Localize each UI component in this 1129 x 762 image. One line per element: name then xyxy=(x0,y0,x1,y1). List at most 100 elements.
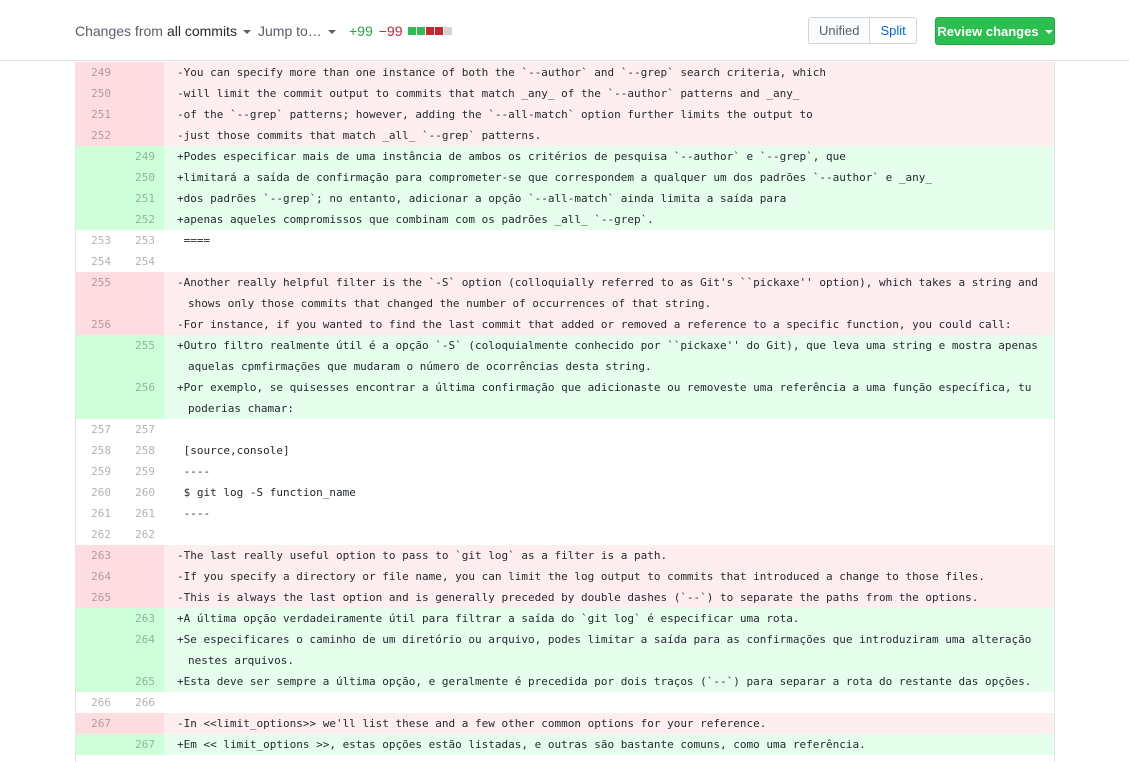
changes-from-menu[interactable]: Changes from all commits xyxy=(75,0,251,61)
diff-line-context: 254 254 xyxy=(76,251,1054,272)
new-line-number[interactable]: 259 xyxy=(120,461,164,482)
code-line: +Podes especificar mais de uma instância… xyxy=(164,146,1054,167)
new-line-number[interactable]: 254 xyxy=(120,251,164,272)
old-line-number[interactable]: 266 xyxy=(76,692,120,713)
diff-line-context: 260 260 $ git log -S function_name xyxy=(76,482,1054,503)
unified-view-button[interactable]: Unified xyxy=(809,18,870,43)
diff-line-added: 267 +Em << limit_options >>, estas opções… xyxy=(76,734,1054,755)
old-line-number[interactable]: 263 xyxy=(76,545,120,566)
new-line-number[interactable] xyxy=(120,314,164,335)
new-line-number[interactable]: 261 xyxy=(120,503,164,524)
old-line-number[interactable]: 258 xyxy=(76,440,120,461)
code-line: -just those commits that match _all_ `--… xyxy=(164,125,1054,146)
old-line-number[interactable]: 260 xyxy=(76,482,120,503)
diffstat-block xyxy=(434,26,443,35)
old-line-number[interactable] xyxy=(76,734,120,755)
old-line-number[interactable]: 252 xyxy=(76,125,120,146)
code-line: +Outro filtro realmente útil é a opção `… xyxy=(164,335,1054,377)
code-line: +limitará a saída de confirmação para co… xyxy=(164,167,1054,188)
changes-from-label: Changes from xyxy=(75,22,163,39)
new-line-number[interactable] xyxy=(120,104,164,125)
new-line-number[interactable] xyxy=(120,566,164,587)
new-line-number[interactable]: 253 xyxy=(120,230,164,251)
old-line-number[interactable]: 264 xyxy=(76,566,120,587)
code-line: +Esta deve ser sempre a última opção, e … xyxy=(164,671,1054,692)
new-line-number[interactable]: 263 xyxy=(120,608,164,629)
diff-line-context: 253 253 ==== xyxy=(76,230,1054,251)
new-line-number[interactable] xyxy=(120,83,164,104)
diff-line-context: 261 261 ---- xyxy=(76,503,1054,524)
old-line-number[interactable] xyxy=(76,335,120,377)
new-line-number[interactable]: 264 xyxy=(120,629,164,671)
diff-line-context: 259 259 ---- xyxy=(76,461,1054,482)
new-line-number[interactable] xyxy=(120,272,164,314)
old-line-number[interactable] xyxy=(76,608,120,629)
new-line-number[interactable]: 256 xyxy=(120,377,164,419)
new-line-number[interactable] xyxy=(120,545,164,566)
new-line-number[interactable] xyxy=(120,125,164,146)
old-line-number[interactable] xyxy=(76,629,120,671)
diff-line-context: 266 266 xyxy=(76,692,1054,713)
split-view-button[interactable]: Split xyxy=(869,18,916,43)
code-line: -If you specify a directory or file name… xyxy=(164,566,1054,587)
old-line-number[interactable]: 249 xyxy=(76,62,120,83)
new-line-number[interactable] xyxy=(120,713,164,734)
diff-line-added: 265 +Esta deve ser sempre a última opção,… xyxy=(76,671,1054,692)
diff-line-deleted: 265 -This is always the last option and i… xyxy=(76,587,1054,608)
diff-line-added: 249 +Podes especificar mais de uma instân… xyxy=(76,146,1054,167)
old-line-number[interactable]: 251 xyxy=(76,104,120,125)
review-changes-label: Review changes xyxy=(937,23,1039,39)
new-line-number[interactable] xyxy=(120,62,164,83)
new-line-number[interactable]: 262 xyxy=(120,524,164,545)
diff-line-deleted: 250 -will limit the commit output to comm… xyxy=(76,83,1054,104)
deletions-count: −99 xyxy=(378,22,403,39)
diffstat-block xyxy=(425,26,434,35)
new-line-number[interactable]: 267 xyxy=(120,734,164,755)
old-line-number[interactable]: 265 xyxy=(76,587,120,608)
diff-line-deleted: 264 -If you specify a directory or file n… xyxy=(76,566,1054,587)
old-line-number[interactable] xyxy=(76,671,120,692)
new-line-number[interactable]: 258 xyxy=(120,440,164,461)
code-line: +A última opção verdadeiramente útil par… xyxy=(164,608,1054,629)
diff-view-toggle: Unified Split xyxy=(808,17,917,44)
old-line-number[interactable] xyxy=(76,146,120,167)
old-line-number[interactable] xyxy=(76,209,120,230)
old-line-number[interactable]: 256 xyxy=(76,314,120,335)
old-line-number[interactable] xyxy=(76,188,120,209)
diff-table: 249 -You can specify more than one instan… xyxy=(75,62,1055,762)
old-line-number[interactable]: 259 xyxy=(76,461,120,482)
old-line-number[interactable]: 250 xyxy=(76,83,120,104)
chevron-down-icon xyxy=(242,29,251,34)
diff-line-deleted: 267 -In <<limit_options>> we'll list thes… xyxy=(76,713,1054,734)
diff-line-deleted: 249 -You can specify more than one instan… xyxy=(76,62,1054,83)
new-line-number[interactable]: 252 xyxy=(120,209,164,230)
new-line-number[interactable]: 265 xyxy=(120,671,164,692)
new-line-number[interactable] xyxy=(120,587,164,608)
jump-to-menu[interactable]: Jump to… xyxy=(258,0,336,61)
old-line-number[interactable]: 261 xyxy=(76,503,120,524)
diff-line-added: 252 +apenas aqueles compromissos que comb… xyxy=(76,209,1054,230)
code-line: -will limit the commit output to commits… xyxy=(164,83,1054,104)
old-line-number[interactable] xyxy=(76,167,120,188)
new-line-number[interactable]: 249 xyxy=(120,146,164,167)
new-line-number[interactable]: 251 xyxy=(120,188,164,209)
old-line-number[interactable]: 267 xyxy=(76,713,120,734)
old-line-number[interactable]: 254 xyxy=(76,251,120,272)
code-line: ---- xyxy=(177,465,211,478)
old-line-number[interactable]: 257 xyxy=(76,419,120,440)
old-line-number[interactable]: 262 xyxy=(76,524,120,545)
old-line-number[interactable]: 255 xyxy=(76,272,120,314)
new-line-number[interactable]: 257 xyxy=(120,419,164,440)
old-line-number[interactable] xyxy=(76,377,120,419)
new-line-number[interactable]: 250 xyxy=(120,167,164,188)
old-line-number[interactable]: 253 xyxy=(76,230,120,251)
review-changes-button[interactable]: Review changes xyxy=(935,17,1055,45)
code-line: +dos padrões `--grep`; no entanto, adici… xyxy=(164,188,1054,209)
new-line-number[interactable]: 255 xyxy=(120,335,164,377)
new-line-number[interactable]: 266 xyxy=(120,692,164,713)
diff-line-context: 262 262 xyxy=(76,524,1054,545)
new-line-number[interactable]: 260 xyxy=(120,482,164,503)
code-line: +Por exemplo, se quisesses encontrar a ú… xyxy=(164,377,1054,419)
diffstat-block xyxy=(416,26,425,35)
